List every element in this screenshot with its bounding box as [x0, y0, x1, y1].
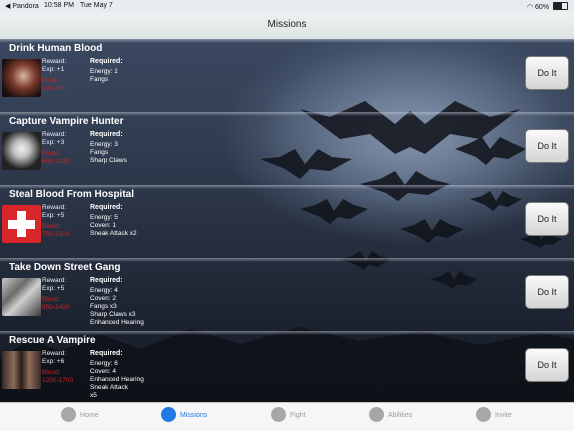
missions-icon — [161, 407, 176, 422]
blood-label: Blood: — [42, 369, 61, 376]
battery-percent: 60% — [535, 4, 550, 11]
mission-title: Take Down Street Gang — [9, 262, 121, 273]
do-it-button[interactable]: Do It — [525, 202, 569, 236]
mission-row: Drink Human Blood Reward: Exp: +1 Blood:… — [0, 39, 574, 112]
requirement: Energy: 1 — [90, 68, 118, 75]
mission-title: Capture Vampire Hunter — [9, 116, 124, 127]
mission-title: Drink Human Blood — [9, 43, 103, 54]
status-bar: ◀ Pandora 10:58 PM Tue May 7 ◠ 60% — [0, 0, 574, 12]
navigation-bar: Missions — [0, 12, 574, 40]
mission-thumbnail-gang — [2, 278, 41, 316]
reward-label: Reward: — [42, 350, 67, 357]
tab-label: Abilities — [388, 412, 413, 419]
mission-row: Take Down Street Gang Reward: Exp: +5 Bl… — [0, 258, 574, 331]
blood-label: Blood: — [42, 77, 61, 84]
requirement: Enhanced Hearing — [90, 319, 144, 326]
exp-reward: Exp: +6 — [42, 358, 65, 365]
exp-reward: Exp: +5 — [42, 212, 65, 219]
mission-row: Steal Blood From Hospital Reward: Exp: +… — [0, 185, 574, 258]
blood-label: Blood: — [42, 223, 61, 230]
blood-reward: 100-300 — [42, 85, 66, 92]
reward-label: Reward: — [42, 277, 67, 284]
requirement: Energy: 6 — [90, 360, 118, 367]
mission-row: Rescue A Vampire Reward: Exp: +6 Blood: … — [0, 331, 574, 402]
requirement: Fangs — [90, 76, 109, 83]
required-label: Required: — [90, 131, 123, 138]
exp-reward: Exp: +1 — [42, 66, 65, 73]
requirement: Sharp Claws — [90, 157, 127, 164]
exp-reward: Exp: +5 — [42, 285, 65, 292]
required-label: Required: — [90, 277, 123, 284]
requirement: Energy: 4 — [90, 287, 118, 294]
status-date: Tue May 7 — [80, 2, 113, 9]
mission-title: Rescue A Vampire — [9, 335, 96, 346]
requirement: Sharp Claws x3 — [90, 311, 136, 318]
mission-thumbnail-rescue — [2, 351, 41, 389]
blood-reward: 1200-1700 — [42, 377, 74, 384]
battery-icon — [553, 2, 568, 10]
status-time: 10:58 PM — [44, 2, 74, 9]
reward-label: Reward: — [42, 131, 67, 138]
blood-reward: 750-1500 — [42, 231, 70, 238]
status-right: ◠ 60% — [527, 2, 568, 11]
do-it-button[interactable]: Do It — [525, 348, 569, 382]
required-label: Required: — [90, 58, 123, 65]
mission-thumbnail-hunter — [2, 132, 41, 170]
requirement: Sneak Attack — [90, 384, 128, 391]
tab-label: Invite — [495, 412, 512, 419]
requirement: Enhanced Hearing — [90, 376, 144, 383]
requirement: Coven: 1 — [90, 222, 117, 229]
tab-label: Missions — [180, 412, 208, 419]
reward-label: Reward: — [42, 58, 67, 65]
invite-icon — [476, 407, 491, 422]
requirement: Energy: 5 — [90, 214, 118, 221]
do-it-button[interactable]: Do It — [525, 129, 569, 163]
missions-list[interactable]: Drink Human Blood Reward: Exp: +1 Blood:… — [0, 39, 574, 402]
blood-label: Blood: — [42, 150, 61, 157]
requirement: Fangs — [90, 149, 109, 156]
mission-row: Capture Vampire Hunter Reward: Exp: +3 B… — [0, 112, 574, 185]
carrier-back-link[interactable]: ◀ Pandora — [5, 2, 39, 10]
requirement: x5 — [90, 392, 97, 399]
blood-reward: 600-1000 — [42, 158, 70, 165]
do-it-button[interactable]: Do It — [525, 275, 569, 309]
fight-icon — [271, 407, 286, 422]
requirement: Fangs x3 — [90, 303, 117, 310]
tab-label: Fight — [290, 412, 306, 419]
requirement: Coven: 2 — [90, 295, 117, 302]
exp-reward: Exp: +3 — [42, 139, 65, 146]
home-icon — [61, 407, 76, 422]
required-label: Required: — [90, 204, 123, 211]
requirement: Coven: 4 — [90, 368, 117, 375]
blood-label: Blood: — [42, 296, 61, 303]
tab-bar: Home Missions Fight Abilities Invite — [0, 402, 574, 431]
do-it-button[interactable]: Do It — [525, 56, 569, 90]
mission-thumbnail-blood — [2, 59, 41, 97]
page-title: Missions — [267, 19, 307, 30]
reward-label: Reward: — [42, 204, 67, 211]
requirement: Energy: 3 — [90, 141, 118, 148]
required-label: Required: — [90, 350, 123, 357]
wifi-icon: ◠ — [526, 4, 534, 11]
tab-label: Home — [80, 412, 99, 419]
hospital-cross-icon — [2, 205, 41, 243]
abilities-icon — [369, 407, 384, 422]
requirement: Sneak Attack x2 — [90, 230, 137, 237]
blood-reward: 850-1400 — [42, 304, 70, 311]
mission-title: Steal Blood From Hospital — [9, 189, 135, 200]
